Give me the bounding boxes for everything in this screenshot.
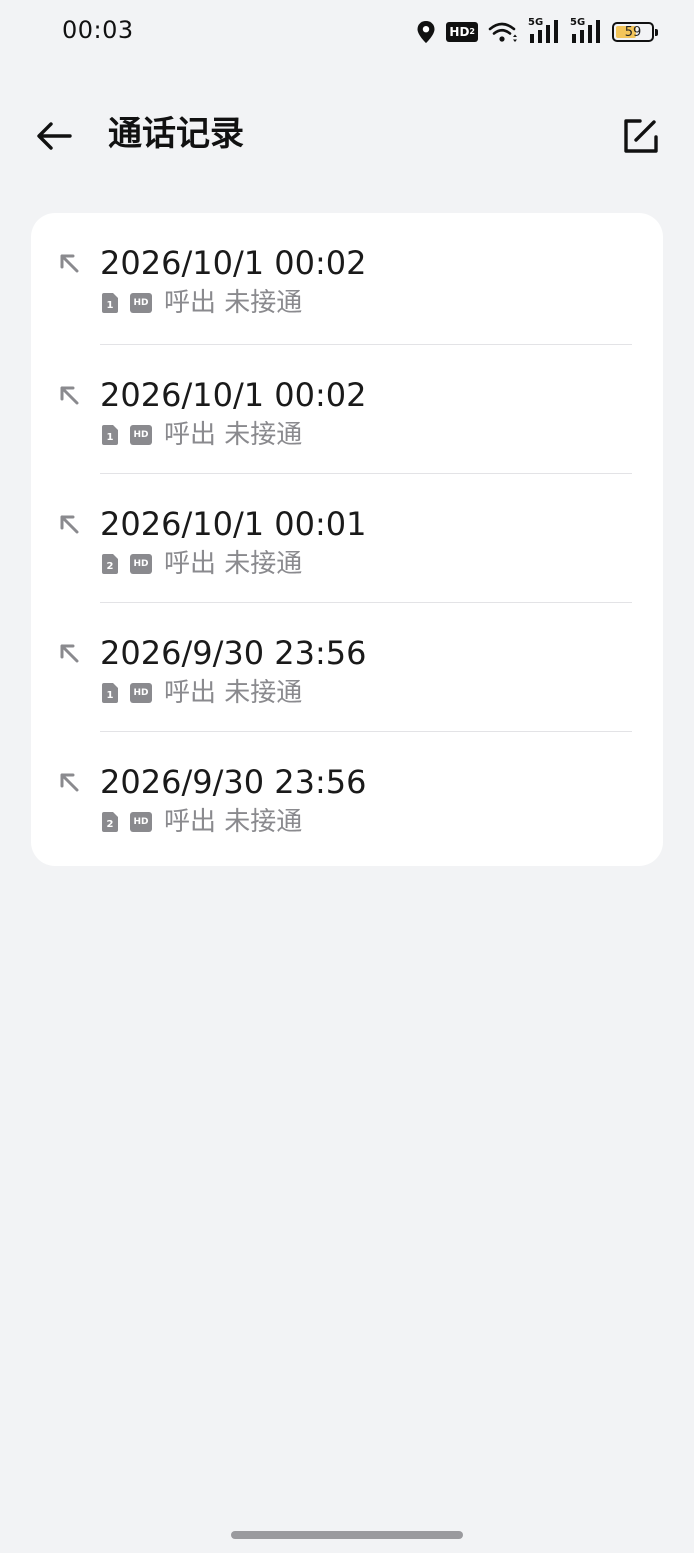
edit-icon — [624, 119, 658, 153]
hd-call-label: HD — [133, 816, 149, 827]
sim-card-icon: 2 — [102, 554, 118, 574]
hd-voice-label: HD — [449, 25, 470, 39]
hd-voice-sub: 2 — [469, 27, 475, 36]
sim-number: 1 — [107, 300, 114, 311]
call-meta: 1 HD 呼出 未接通 — [100, 677, 302, 709]
call-log-item[interactable]: 2026/9/30 23:56 2 HD 呼出 未接通 — [31, 732, 663, 861]
battery-level: 59 — [624, 24, 642, 40]
hd-call-label: HD — [133, 297, 149, 308]
hd-call-icon: HD — [130, 683, 152, 703]
call-meta: 1 HD 呼出 未接通 — [100, 287, 302, 319]
hd-voice-icon: HD 2 — [446, 22, 478, 42]
hd-call-label: HD — [133, 429, 149, 440]
app-header: 通话记录 — [0, 90, 694, 180]
call-meta: 2 HD 呼出 未接通 — [100, 806, 302, 838]
sim-number: 2 — [107, 561, 114, 572]
hd-call-label: HD — [133, 558, 149, 569]
sim-card-icon: 2 — [102, 812, 118, 832]
back-button[interactable] — [30, 112, 78, 160]
wifi-icon — [488, 22, 517, 42]
call-time: 2026/10/1 00:02 — [100, 244, 367, 282]
call-time: 2026/10/1 00:01 — [100, 505, 367, 543]
call-log-screen: 00:03 HD 2 5G 5G 59 通话记录 2026/10/1 00:02… — [0, 0, 694, 1553]
call-status: 呼出 未接通 — [164, 807, 303, 837]
sim-number: 2 — [107, 819, 114, 830]
hd-call-icon: HD — [130, 293, 152, 313]
sim-card-icon: 1 — [102, 683, 118, 703]
page-title: 通话记录 — [108, 114, 244, 154]
outgoing-call-icon — [60, 515, 79, 534]
call-time: 2026/10/1 00:02 — [100, 376, 367, 414]
signal-sim1: 5G — [528, 18, 560, 44]
hd-call-icon: HD — [130, 554, 152, 574]
call-log-item[interactable]: 2026/10/1 00:01 2 HD 呼出 未接通 — [31, 474, 663, 603]
location-icon — [417, 21, 435, 43]
status-icons: HD 2 5G 5G 59 — [416, 18, 658, 46]
signal-bars-1-icon — [530, 20, 558, 43]
home-indicator[interactable] — [231, 1531, 463, 1539]
outgoing-call-icon — [60, 644, 79, 663]
call-status: 呼出 未接通 — [164, 288, 303, 318]
hd-call-label: HD — [133, 687, 149, 698]
call-time: 2026/9/30 23:56 — [100, 763, 367, 801]
outgoing-call-icon — [60, 386, 79, 405]
call-log-list: 2026/10/1 00:02 1 HD 呼出 未接通 2026/10/1 00… — [31, 213, 663, 866]
call-status: 呼出 未接通 — [164, 420, 303, 450]
call-log-item[interactable]: 2026/9/30 23:56 1 HD 呼出 未接通 — [31, 603, 663, 732]
sim-number: 1 — [107, 432, 114, 443]
call-status: 呼出 未接通 — [164, 678, 303, 708]
hd-call-icon: HD — [130, 812, 152, 832]
outgoing-call-icon — [60, 254, 79, 273]
outgoing-call-icon — [60, 773, 79, 792]
call-meta: 2 HD 呼出 未接通 — [100, 548, 302, 580]
arrow-left-icon — [37, 122, 72, 150]
status-time: 00:03 — [62, 16, 134, 44]
sim-card-icon: 1 — [102, 293, 118, 313]
call-status: 呼出 未接通 — [164, 549, 303, 579]
sim-card-icon: 1 — [102, 425, 118, 445]
sim-number: 1 — [107, 690, 114, 701]
call-time: 2026/9/30 23:56 — [100, 634, 367, 672]
call-meta: 1 HD 呼出 未接通 — [100, 419, 302, 451]
signal-bars-2-icon — [572, 20, 600, 43]
edit-button[interactable] — [616, 112, 664, 160]
call-log-item[interactable]: 2026/10/1 00:02 1 HD 呼出 未接通 — [31, 345, 663, 474]
call-log-item[interactable]: 2026/10/1 00:02 1 HD 呼出 未接通 — [31, 213, 663, 345]
hd-call-icon: HD — [130, 425, 152, 445]
status-bar: 00:03 HD 2 5G 5G 59 — [0, 0, 694, 62]
signal-sim2: 5G — [570, 18, 602, 44]
battery-icon: 59 — [612, 22, 658, 42]
